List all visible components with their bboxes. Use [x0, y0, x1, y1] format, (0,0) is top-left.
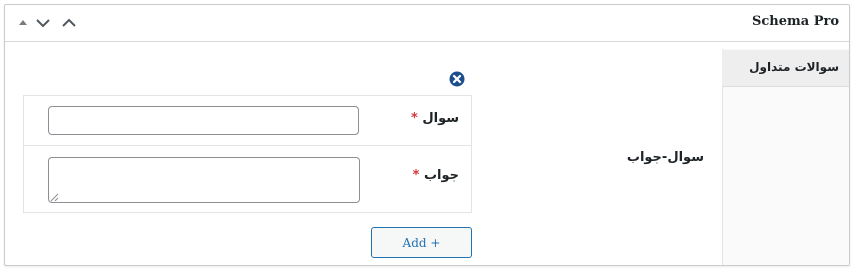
answer-label: جواب * — [413, 168, 459, 183]
add-button[interactable]: Add + — [371, 227, 472, 258]
repeater-item: سوال * جواب * — [23, 95, 472, 213]
question-row: سوال * — [24, 96, 471, 146]
remove-row-button[interactable] — [449, 71, 465, 87]
question-label: سوال * — [411, 111, 459, 126]
resize-grip-icon[interactable] — [50, 193, 59, 202]
chevron-up-icon — [62, 18, 76, 27]
answer-textarea[interactable] — [48, 157, 360, 203]
question-input[interactable] — [48, 106, 359, 135]
collapse-button[interactable] — [57, 10, 81, 36]
question-label-text: سوال — [422, 111, 459, 126]
answer-row: جواب * — [24, 146, 471, 212]
move-down-button[interactable] — [31, 10, 55, 36]
sidebar: سوالات متداول — [722, 49, 849, 265]
chevron-down-icon — [36, 19, 50, 28]
sidebar-item-label: سوالات متداول — [749, 60, 839, 74]
panel-header: Schema Pro — [5, 5, 849, 42]
sidebar-item-faq[interactable]: سوالات متداول — [722, 50, 849, 87]
required-mark: * — [410, 111, 418, 126]
schema-pro-panel: Schema Pro سوالات متداول سوال-جواب سوال … — [4, 4, 850, 266]
panel-title: Schema Pro — [751, 14, 839, 29]
close-circle-icon — [449, 71, 465, 87]
field-label: سوال-جواب — [626, 150, 704, 165]
answer-label-text: جواب — [423, 168, 459, 183]
required-mark: * — [412, 168, 420, 183]
